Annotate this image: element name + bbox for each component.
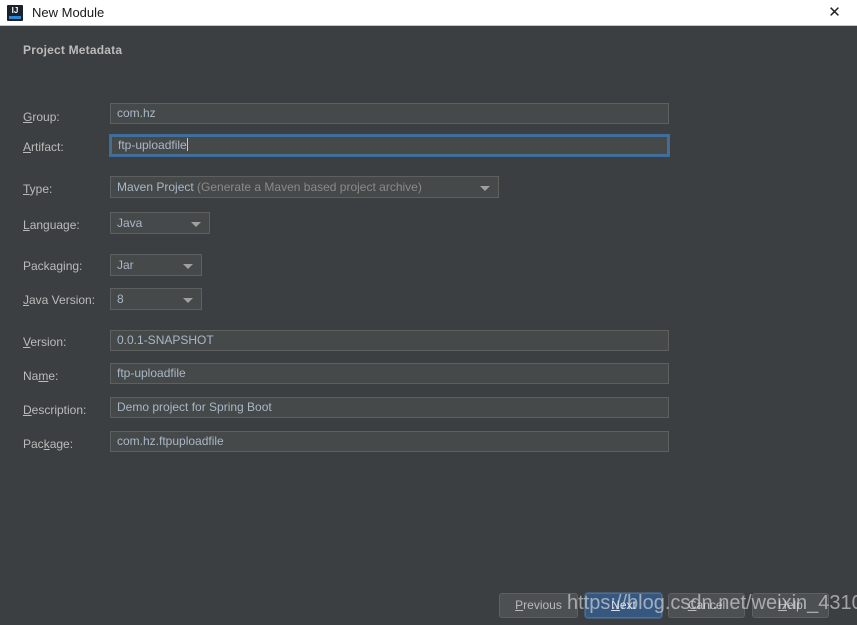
chevron-down-icon <box>480 186 490 191</box>
next-button[interactable]: Next <box>585 593 662 618</box>
label-package: Package: <box>23 437 74 451</box>
type-combobox[interactable]: Maven Project (Generate a Maven based pr… <box>110 176 499 198</box>
java-version-combobox[interactable]: 8 <box>110 288 202 310</box>
package-input[interactable]: com.hz.ftpuploadfile <box>110 431 669 452</box>
cancel-button[interactable]: Cancel <box>668 593 745 618</box>
section-title: Project Metadata <box>23 43 123 57</box>
chevron-down-icon <box>183 298 193 303</box>
label-version: Version: <box>23 335 67 349</box>
language-combobox-value: Java <box>117 216 143 230</box>
java-version-combobox-value: 8 <box>117 292 124 306</box>
window-title: New Module <box>32 5 105 20</box>
group-input[interactable]: com.hz <box>110 103 669 124</box>
text-caret <box>186 138 188 151</box>
label-java-version: Java Version: <box>23 293 96 307</box>
label-type: Type: <box>23 182 53 196</box>
intellij-idea-icon-bar <box>9 15 21 19</box>
previous-button[interactable]: Previous <box>499 593 578 618</box>
packaging-combobox-value: Jar <box>117 258 134 272</box>
label-artifact: Artifact: <box>23 140 64 154</box>
close-icon[interactable]: ✕ <box>812 0 857 24</box>
language-combobox[interactable]: Java <box>110 212 210 234</box>
chevron-down-icon <box>191 222 201 227</box>
label-description: Description: <box>23 403 87 417</box>
artifact-input[interactable]: ftp-uploadfile <box>109 134 670 157</box>
type-combobox-value: Maven Project <box>117 180 194 194</box>
description-input[interactable]: Demo project for Spring Boot <box>110 397 669 418</box>
label-group: Group: <box>23 110 60 124</box>
name-input[interactable]: ftp-uploadfile <box>110 363 669 384</box>
packaging-combobox[interactable]: Jar <box>110 254 202 276</box>
type-combobox-hint: (Generate a Maven based project archive) <box>197 180 422 194</box>
artifact-input-value: ftp-uploadfile <box>118 138 187 152</box>
label-name: Name: <box>23 369 59 383</box>
new-module-dialog: IJ New Module ✕ Project Metadata Group: … <box>0 0 857 625</box>
dialog-body: Project Metadata Group: com.hz Artifact:… <box>0 26 857 625</box>
version-input[interactable]: 0.0.1-SNAPSHOT <box>110 330 669 351</box>
intellij-idea-icon-text: IJ <box>11 5 19 15</box>
label-packaging: Packaging: <box>23 259 83 273</box>
label-language: Language: <box>23 218 80 232</box>
title-bar: IJ New Module ✕ <box>0 0 857 26</box>
help-button[interactable]: Help <box>752 593 829 618</box>
intellij-idea-icon: IJ <box>7 4 23 21</box>
chevron-down-icon <box>183 264 193 269</box>
